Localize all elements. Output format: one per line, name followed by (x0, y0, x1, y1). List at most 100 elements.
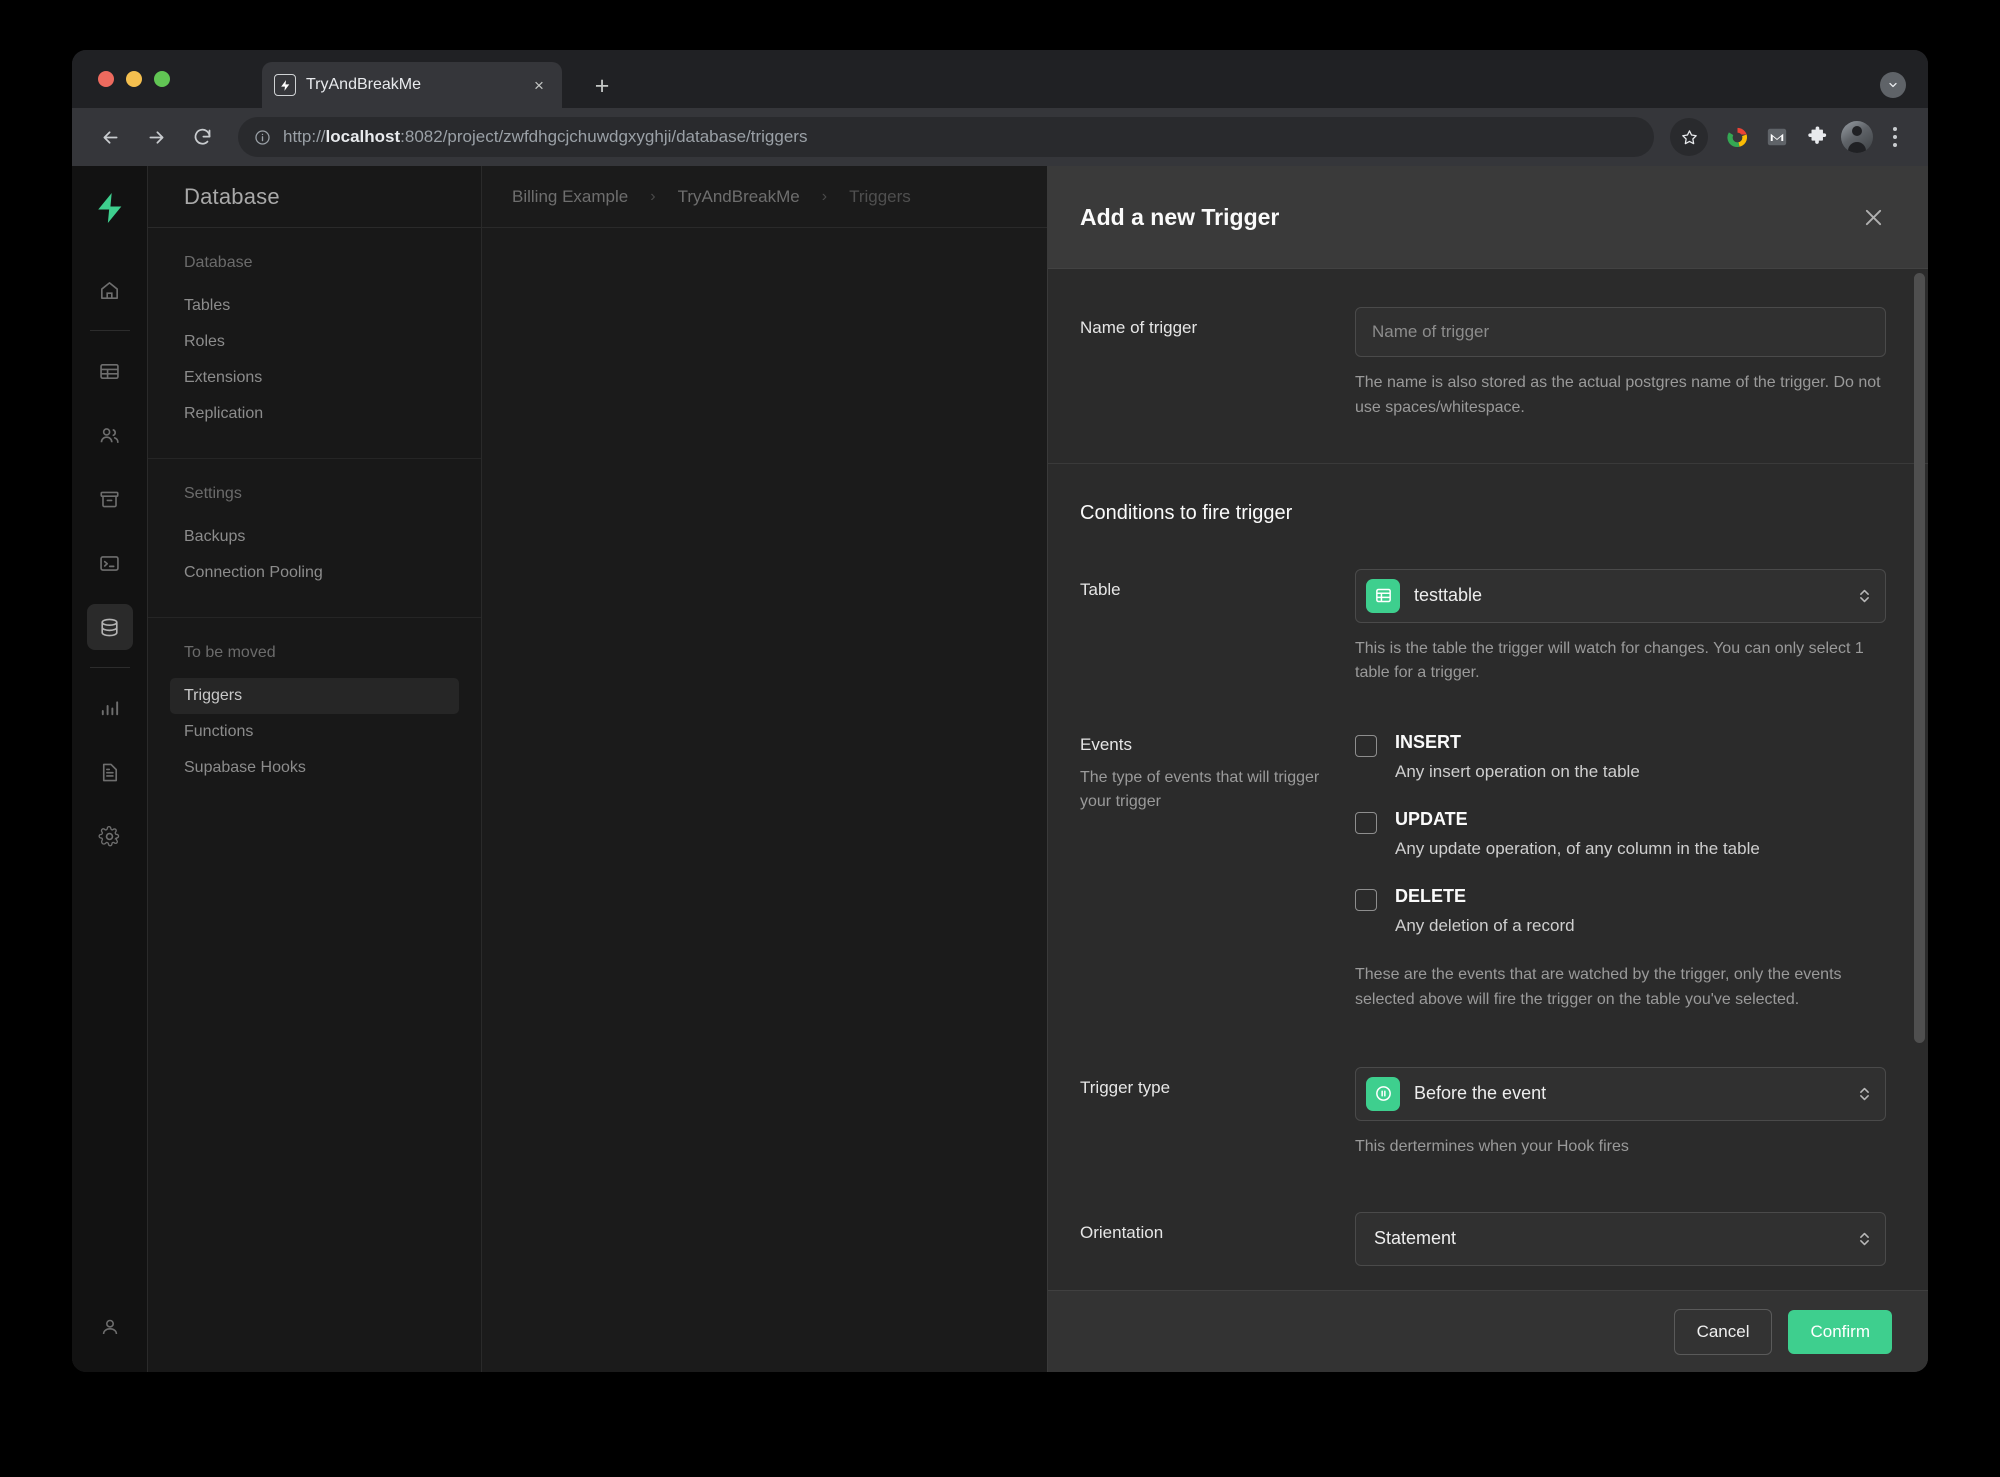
breadcrumb-separator: › (821, 187, 828, 205)
supabase-logo-icon[interactable] (88, 184, 132, 232)
insert-checkbox[interactable] (1355, 735, 1377, 758)
field-orientation: Orientation Statement (1080, 1211, 1886, 1266)
nav-panel-title: Database (148, 166, 481, 228)
field-trigger-type: Trigger type Before the event This derte… (1080, 1066, 1886, 1160)
breadcrumb-org[interactable]: Billing Example (512, 187, 628, 207)
browser-toolbar: http://localhost:8082/project/zwfdhgcjch… (72, 108, 1928, 166)
update-checkbox[interactable] (1355, 812, 1377, 835)
sidebar-item-connection-pooling[interactable]: Connection Pooling (170, 555, 459, 591)
main-content: Billing Example › TryAndBreakMe › Trigge… (482, 166, 1928, 1372)
insert-label: INSERT (1395, 732, 1462, 753)
event-option-update[interactable]: UPDATE Any update operation, of any colu… (1355, 809, 1886, 859)
sidebar-item-roles[interactable]: Roles (170, 324, 459, 360)
supabase-dashboard: Database Database Tables Roles Extension… (72, 166, 1928, 1372)
panel-footer: Cancel Confirm (1048, 1290, 1928, 1372)
database-icon[interactable] (86, 604, 133, 650)
info-circle-icon[interactable] (254, 129, 271, 146)
back-arrow-icon[interactable] (90, 117, 130, 157)
breadcrumb-project[interactable]: TryAndBreakMe (678, 187, 800, 207)
reports-chart-icon[interactable] (87, 685, 133, 731)
conditions-section-title: Conditions to fire trigger (1080, 501, 1293, 524)
trigger-type-help: This dertermines when your Hook fires (1355, 1137, 1629, 1155)
sidebar-item-supabase-hooks[interactable]: Supabase Hooks (170, 750, 459, 786)
nav-group-title: To be moved (184, 644, 276, 661)
nav-group-title: Database (184, 254, 253, 271)
sidebar-item-functions[interactable]: Functions (170, 714, 459, 750)
chevron-updown-icon (1858, 586, 1871, 606)
table-editor-icon[interactable] (87, 348, 133, 394)
events-sublabel: The type of events that will trigger you… (1080, 768, 1320, 810)
sidebar-item-backups[interactable]: Backups (170, 519, 459, 555)
table-select[interactable]: testtable (1355, 568, 1886, 623)
chevron-updown-icon (1858, 1084, 1871, 1104)
user-account-icon[interactable] (87, 1304, 133, 1350)
orientation-label: Orientation (1080, 1222, 1164, 1242)
breadcrumb-separator: › (650, 187, 656, 205)
panel-scrollbar[interactable] (1914, 273, 1925, 1286)
browser-tab-title: TryAndBreakMe (306, 76, 421, 93)
settings-gear-icon[interactable] (87, 813, 133, 859)
table-label: Table (1080, 579, 1121, 599)
reload-icon[interactable] (182, 117, 222, 157)
address-bar[interactable]: http://localhost:8082/project/zwfdhgcjch… (238, 117, 1654, 157)
browser-tab[interactable]: TryAndBreakMe × (262, 62, 562, 108)
star-icon[interactable] (1670, 118, 1708, 156)
three-dot-menu-icon[interactable] (1880, 127, 1910, 147)
field-events: Events The type of events that will trig… (1080, 732, 1886, 1013)
new-tab-button[interactable]: + (588, 74, 616, 99)
sidebar-item-replication[interactable]: Replication (170, 396, 459, 432)
trigger-type-label: Trigger type (1080, 1077, 1171, 1097)
trigger-name-help: The name is also stored as the actual po… (1355, 374, 1881, 416)
address-bar-url: http://localhost:8082/project/zwfdhgcjch… (283, 127, 808, 146)
panel-header: Add a new Trigger (1048, 166, 1928, 269)
event-option-insert[interactable]: INSERT Any insert operation on the table (1355, 732, 1886, 782)
table-select-value: testtable (1414, 585, 1483, 606)
close-x-icon[interactable] (1861, 205, 1886, 230)
color-wheel-icon[interactable] (1720, 120, 1754, 154)
chevron-down-icon[interactable] (1880, 72, 1906, 98)
storage-icon[interactable] (87, 476, 133, 522)
event-option-delete[interactable]: DELETE Any deletion of a record (1355, 886, 1886, 936)
nav-group-database: Database Tables Roles Extensions Replica… (148, 228, 481, 459)
database-nav-panel: Database Database Tables Roles Extension… (148, 166, 482, 1372)
sidebar-item-extensions[interactable]: Extensions (170, 360, 459, 396)
sidebar-item-tables[interactable]: Tables (170, 288, 459, 324)
home-icon[interactable] (87, 267, 133, 313)
cancel-button[interactable]: Cancel (1673, 1308, 1773, 1355)
update-label: UPDATE (1395, 809, 1468, 830)
trigger-type-select[interactable]: Before the event (1355, 1066, 1886, 1121)
minimize-window-button[interactable] (126, 71, 142, 87)
bolt-icon (274, 74, 296, 96)
gmail-icon[interactable] (1760, 120, 1794, 154)
trigger-type-value: Before the event (1414, 1083, 1547, 1104)
chevron-updown-icon (1858, 1229, 1871, 1249)
sql-editor-icon[interactable] (87, 540, 133, 586)
window-traffic-lights (98, 71, 170, 87)
add-trigger-panel: Add a new Trigger Name of trigger Name o… (1047, 166, 1928, 1372)
panel-scrollbar-thumb[interactable] (1914, 273, 1925, 1043)
browser-window: TryAndBreakMe × + http://localhost:8082/… (72, 50, 1928, 1372)
section-trigger-name: Name of trigger The name is also stored … (1048, 269, 1928, 464)
orientation-select[interactable]: Statement (1355, 1211, 1886, 1266)
auth-users-icon[interactable] (87, 412, 133, 458)
trigger-name-input[interactable] (1355, 307, 1886, 357)
logs-document-icon[interactable] (87, 749, 133, 795)
close-tab-icon[interactable]: × (528, 77, 550, 94)
maximize-window-button[interactable] (154, 71, 170, 87)
delete-label: DELETE (1395, 886, 1467, 907)
forward-arrow-icon[interactable] (136, 117, 176, 157)
field-name-of-trigger: Name of trigger The name is also stored … (1080, 307, 1886, 421)
profile-avatar[interactable] (1840, 120, 1874, 154)
delete-checkbox[interactable] (1355, 889, 1377, 912)
breadcrumb-page: Triggers (849, 186, 911, 206)
confirm-button[interactable]: Confirm (1788, 1309, 1892, 1354)
extensions-puzzle-icon[interactable] (1800, 120, 1834, 154)
panel-title: Add a new Trigger (1080, 203, 1280, 230)
panel-scroll-area: Name of trigger The name is also stored … (1048, 269, 1928, 1290)
nav-group-settings: Settings Backups Connection Pooling (148, 459, 481, 618)
table-green-icon (1366, 578, 1400, 613)
field-table: Table testtable This is the table the tr… (1080, 568, 1886, 687)
sidebar-item-triggers[interactable]: Triggers (170, 678, 459, 714)
insert-description: Any insert operation on the table (1395, 762, 1640, 782)
close-window-button[interactable] (98, 71, 114, 87)
